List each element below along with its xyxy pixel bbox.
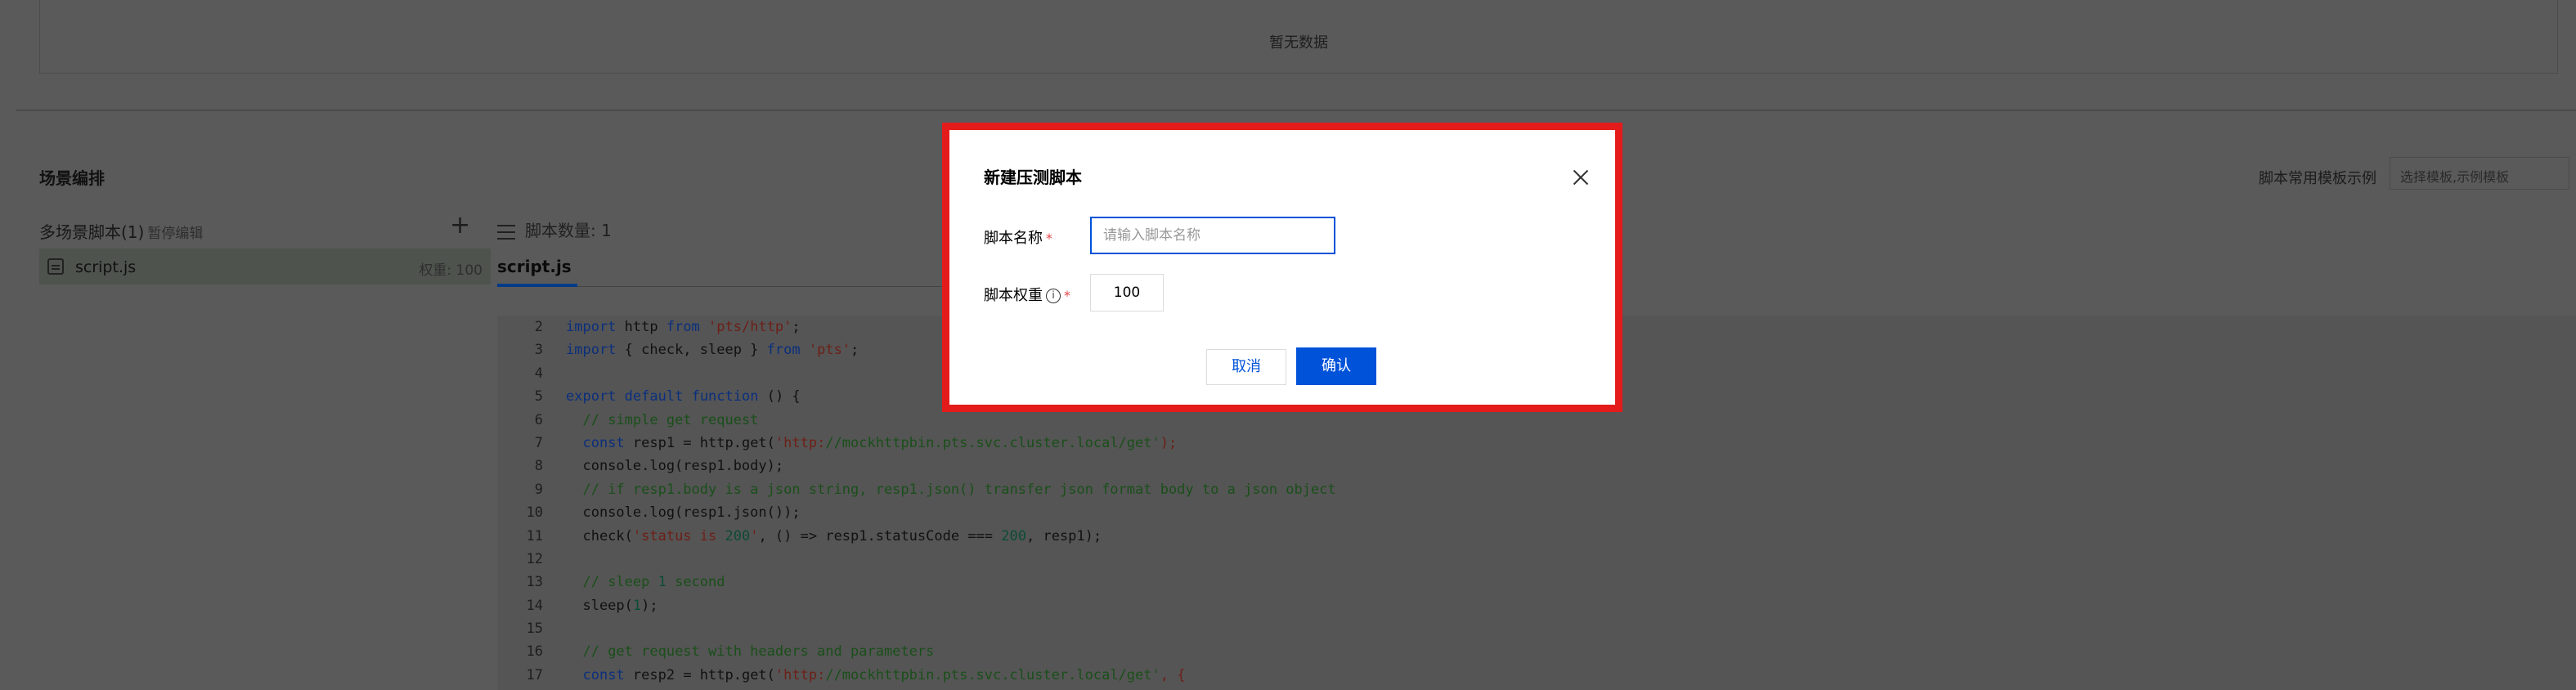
code-text: sleep(1); [566, 597, 658, 614]
code-text: // simple get request [582, 411, 759, 428]
tab-script-js[interactable]: script.js [497, 257, 587, 281]
line-number: 13 [526, 574, 543, 591]
scripts-header: 多场景脚本(1) 暂停编辑 [39, 219, 203, 243]
code-text: // if resp1.body is a json string, resp1… [582, 481, 1336, 498]
info-icon[interactable]: i [1046, 289, 1061, 303]
line-number: 12 [526, 550, 543, 567]
file-icon [47, 258, 64, 275]
line-number: 7 [534, 434, 543, 451]
required-mark: * [1046, 231, 1052, 246]
code-text: import { check, sleep } from 'pts'; [566, 342, 859, 359]
code-text: const resp1 = http.get('http://mockhttpb… [582, 434, 1178, 451]
line-number: 15 [526, 621, 543, 638]
code-text: export default function () { [566, 388, 801, 405]
script-toolbar: 脚本数量: 1 [497, 217, 612, 241]
line-number: 14 [526, 597, 543, 614]
cancel-button[interactable]: 取消 [1206, 349, 1286, 385]
script-weight-input[interactable]: 100 [1090, 274, 1164, 311]
confirm-button[interactable]: 确认 [1296, 347, 1376, 385]
empty-state-text: 暂无数据 [1269, 34, 1328, 52]
template-select[interactable]: 选择模板,示例模板 [2390, 157, 2569, 190]
code-text: // get request with headers and paramete… [582, 643, 935, 661]
line-number: 2 [534, 319, 543, 335]
modal-highlight-frame: 新建压测脚本 脚本名称 * 请输入脚本名称 脚本权重 i * 100 取消 确认 [942, 123, 1622, 412]
script-list-item[interactable]: script.js 权重: 100 [39, 249, 491, 285]
code-line: 11 check('status is 200', () => resp1.st… [497, 525, 2576, 548]
close-icon[interactable] [1571, 168, 1591, 187]
script-weight: 权重: 100 [419, 262, 482, 279]
dialog-title: 新建压测脚本 [984, 168, 1082, 187]
line-number: 8 [534, 458, 543, 475]
line-number: 9 [534, 481, 543, 498]
list-icon[interactable] [497, 224, 515, 240]
line-number: 5 [534, 388, 543, 405]
line-number: 10 [526, 504, 543, 522]
script-name-label: 脚本名称 * [984, 226, 1052, 248]
template-example-link[interactable]: 脚本常用模板示例 [2259, 167, 2376, 188]
code-text: console.log(resp1.body); [566, 458, 784, 475]
new-script-dialog: 新建压测脚本 脚本名称 * 请输入脚本名称 脚本权重 i * 100 取消 确认 [949, 130, 1615, 405]
top-panel: 暂无数据 [16, 0, 2576, 111]
script-weight-text: 脚本权重 [984, 287, 1043, 304]
code-text: const resp2 = http.get('http://mockhttpb… [582, 666, 1186, 683]
script-name-input[interactable]: 请输入脚本名称 [1090, 217, 1335, 254]
script-name-text: 脚本名称 [984, 230, 1043, 247]
pause-edit-label[interactable]: 暂停编辑 [147, 226, 203, 242]
code-line: 7 const resp1 = http.get('http://mockhtt… [497, 432, 2576, 455]
required-mark: * [1064, 288, 1070, 303]
line-number: 11 [526, 527, 543, 544]
code-line: 9 // if resp1.body is a json string, res… [497, 478, 2576, 501]
empty-table: 暂无数据 [39, 0, 2558, 74]
script-count: 脚本数量: 1 [525, 221, 612, 240]
code-line: 16 // get request with headers and param… [497, 640, 2576, 663]
line-number: 6 [534, 411, 543, 428]
active-tab-indicator [497, 284, 577, 287]
line-number: 16 [526, 643, 543, 661]
code-line: 14 sleep(1); [497, 594, 2576, 617]
add-script-icon[interactable]: + [450, 213, 470, 238]
code-line: 17 const resp2 = http.get('http://mockht… [497, 664, 2576, 687]
code-text: check('status is 200', () => resp1.statu… [566, 527, 1102, 544]
code-text: console.log(resp1.json()); [566, 504, 801, 522]
scripts-title: 多场景脚本(1) [39, 222, 145, 242]
code-line: 12 [497, 548, 2576, 571]
code-line: 10 console.log(resp1.json()); [497, 501, 2576, 524]
page-background: 暂无数据 场景编排 脚本常用模板示例 选择模板,示例模板 多场景脚本(1) 暂停编… [0, 0, 2576, 690]
line-number: 3 [534, 342, 543, 359]
script-weight-label: 脚本权重 i * [984, 284, 1070, 305]
code-line: 13 // sleep 1 second [497, 571, 2576, 594]
script-file-name: script.js [75, 258, 137, 276]
code-line: 15 [497, 617, 2576, 640]
code-text: // sleep 1 second [582, 574, 725, 591]
code-line: 8 console.log(resp1.body); [497, 455, 2576, 477]
code-text: import http from 'pts/http'; [566, 319, 801, 335]
scene-title: 场景编排 [39, 168, 105, 188]
line-number: 4 [534, 365, 543, 382]
line-number: 17 [526, 666, 543, 683]
